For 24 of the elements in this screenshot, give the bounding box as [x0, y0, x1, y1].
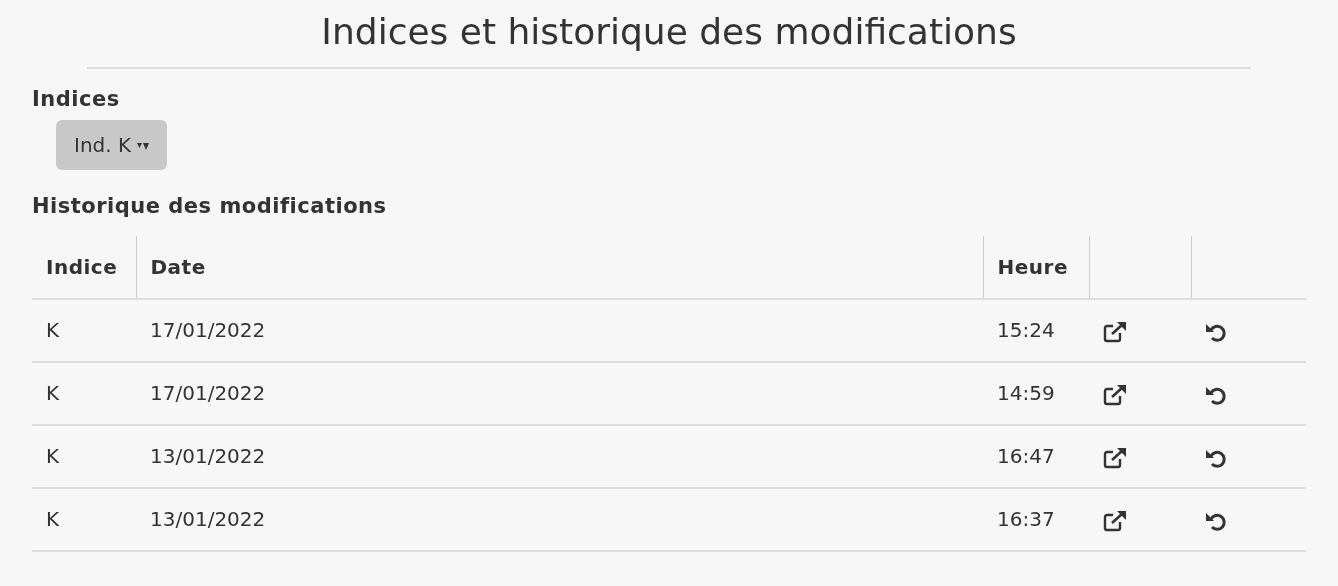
table-cell: K: [32, 298, 136, 362]
table-cell: 13/01/2022: [136, 487, 983, 551]
column-header: Heure: [983, 235, 1089, 299]
column-header: Date: [136, 235, 983, 299]
section-heading: Historique des modifications: [32, 194, 388, 220]
table-cell: K: [32, 424, 136, 488]
external-link-icon[interactable]: [1103, 320, 1127, 343]
column-header: Indice: [32, 235, 136, 299]
table-cell: 17/01/2022: [136, 298, 983, 362]
table-cell: 16:47: [983, 424, 1089, 488]
external-link-icon[interactable]: [1103, 383, 1127, 406]
page-title: Indices et historique des modifications: [320, 10, 1018, 54]
index-dropdown[interactable]: Ind. K: [56, 120, 168, 171]
table-cell: K: [32, 361, 136, 425]
external-link-icon[interactable]: [1103, 509, 1127, 532]
table-cell: 17/01/2022: [136, 361, 983, 425]
table-cell: K: [32, 487, 136, 551]
table-cell: 13/01/2022: [136, 424, 983, 488]
caret-icon: [137, 142, 150, 151]
external-link-icon[interactable]: [1103, 446, 1127, 469]
table-cell: 15:24: [983, 298, 1089, 362]
section-heading: Indices: [32, 87, 121, 113]
table-cell: 16:37: [983, 487, 1089, 551]
table-cell: 14:59: [983, 361, 1089, 425]
